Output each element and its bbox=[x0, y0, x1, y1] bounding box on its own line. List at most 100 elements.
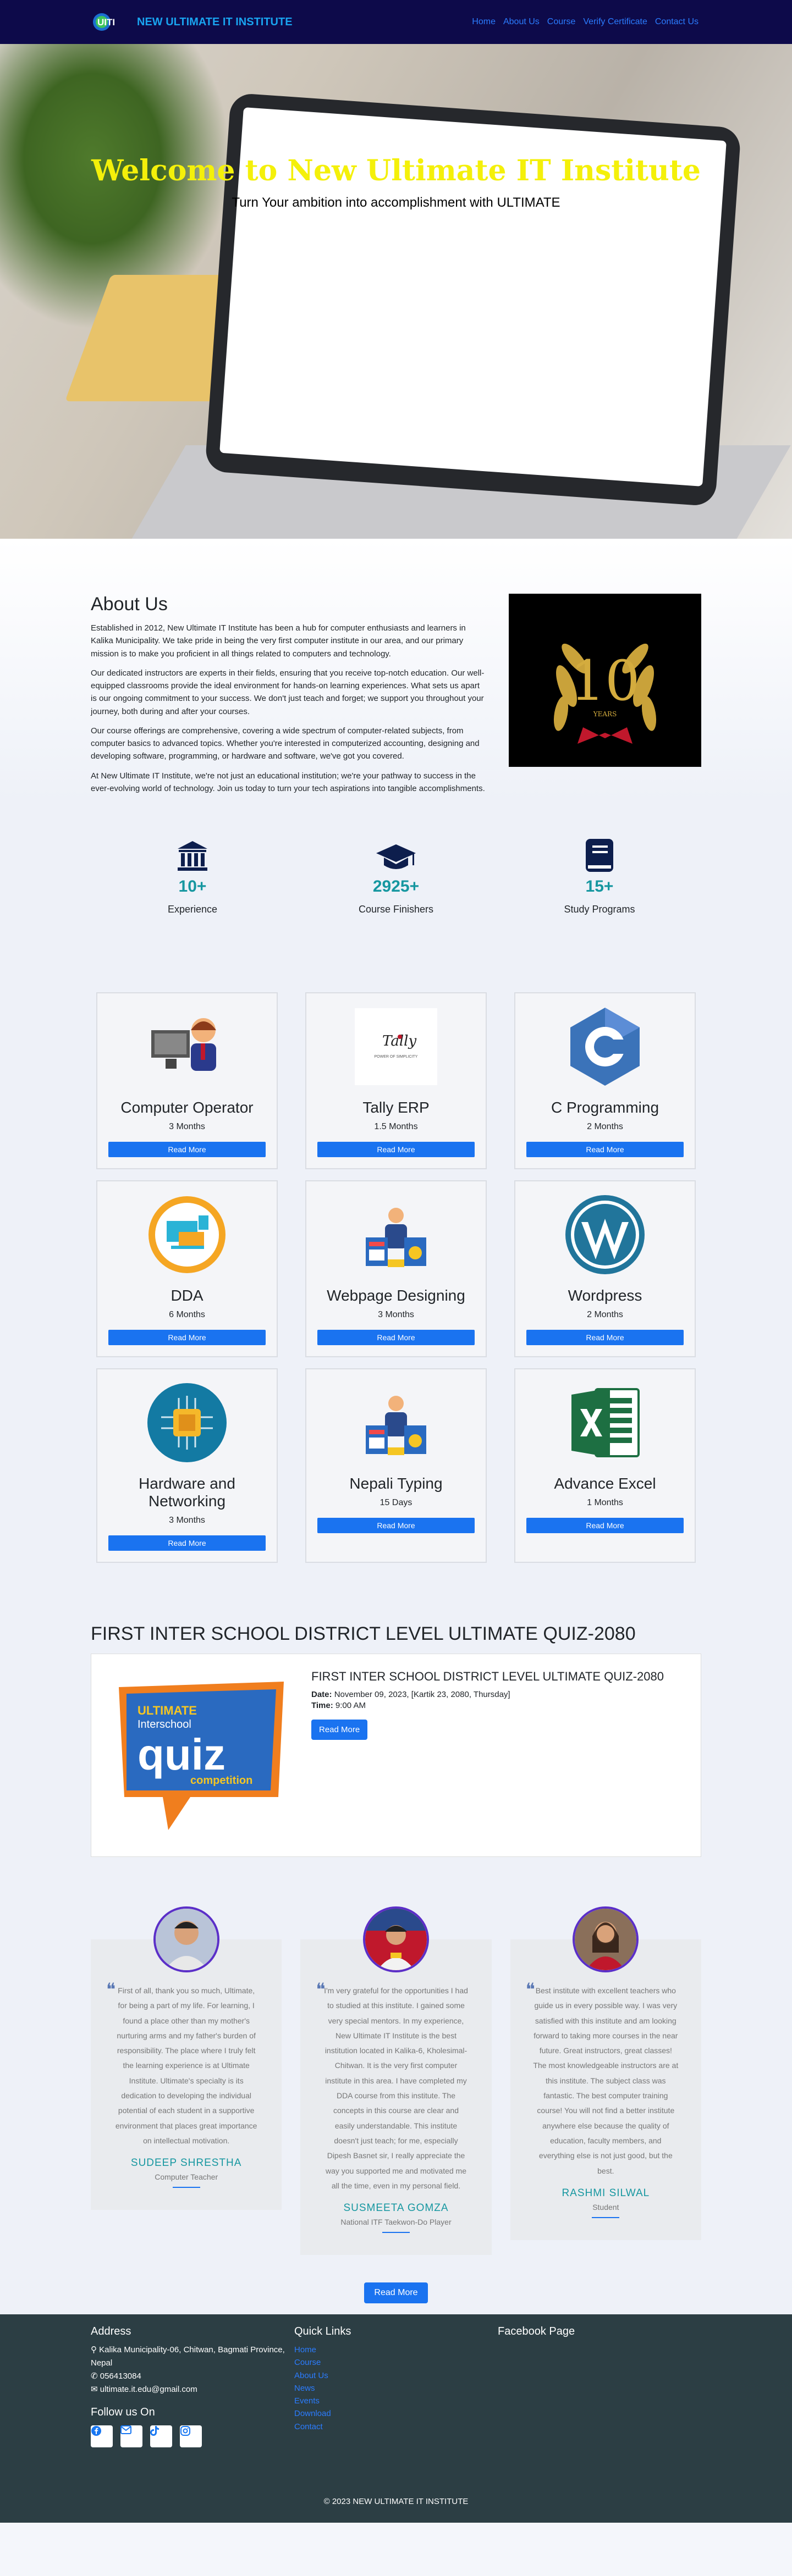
poster-text-2: Interschool bbox=[138, 1718, 191, 1731]
read-more-button[interactable]: Read More bbox=[108, 1535, 266, 1551]
course-duration: 1 Months bbox=[587, 1498, 623, 1507]
quiz-date-row: Date: November 09, 2023, [Kartik 23, 208… bbox=[311, 1689, 664, 1711]
testimonial-role: Computer Teacher bbox=[155, 2173, 218, 2182]
instagram-icon[interactable] bbox=[180, 2425, 202, 2448]
read-more-button[interactable]: Read More bbox=[526, 1518, 684, 1533]
tally-logo-image: Tally POWER OF SIMPLICITY bbox=[355, 1005, 437, 1088]
excel-logo bbox=[564, 1381, 646, 1464]
nav-about[interactable]: About Us bbox=[503, 17, 540, 27]
email-icon[interactable] bbox=[120, 2425, 142, 2448]
quiz-heading: FIRST INTER SCHOOL DISTRICT LEVEL ULTIMA… bbox=[91, 1623, 636, 1644]
testimonial: ❝ First of all, thank you so much, Ultim… bbox=[91, 1906, 282, 2210]
stat-label: Course Finishers bbox=[358, 904, 434, 915]
hero-subtitle: Turn Your ambition into accomplishment w… bbox=[232, 195, 560, 210]
institute-logo[interactable]: UITI bbox=[91, 9, 129, 35]
social-links bbox=[91, 2425, 294, 2448]
about-paragraph: Our dedicated instructors are experts in… bbox=[91, 668, 485, 716]
nav-verify-certificate[interactable]: Verify Certificate bbox=[583, 17, 647, 27]
footer-link-events[interactable]: Events bbox=[294, 2395, 498, 2407]
course-card: Advance Excel 1 Months Read More bbox=[514, 1368, 696, 1563]
ten-years-badge-image: 10 YEARS bbox=[509, 594, 701, 767]
avatar bbox=[362, 1906, 429, 1972]
course-card: C Programming 2 Months Read More bbox=[514, 992, 696, 1169]
phone-line: ✆ 056413084 bbox=[91, 2370, 294, 2383]
read-more-button[interactable]: Read More bbox=[108, 1142, 266, 1157]
testimonial-name: SUSMEETA GOMZA bbox=[343, 2202, 449, 2214]
testimonial-role: National ITF Taekwon-Do Player bbox=[340, 2218, 452, 2227]
time-label: Time: bbox=[311, 1700, 333, 1710]
footer-link-news[interactable]: News bbox=[294, 2382, 498, 2395]
brand-name[interactable]: NEW ULTIMATE IT INSTITUTE bbox=[137, 16, 293, 29]
nepali-typing-image bbox=[355, 1381, 437, 1464]
copyright: © 2023 NEW ULTIMATE IT INSTITUTE bbox=[323, 2497, 469, 2507]
address-heading: Address bbox=[91, 2325, 131, 2338]
footer-link-contact[interactable]: Contact bbox=[294, 2420, 498, 2433]
stat-label: Experience bbox=[167, 904, 218, 915]
testimonial-text: Best institute with excellent teachers w… bbox=[533, 1986, 679, 2175]
about-section: About Us Established in 2012, New Ultima… bbox=[0, 539, 792, 801]
course-duration: 15 Days bbox=[380, 1498, 413, 1507]
stat-study-programs: 15+ Study Programs bbox=[528, 834, 671, 915]
course-card: Webpage Designing 3 Months Read More bbox=[305, 1180, 487, 1357]
wordpress-logo bbox=[564, 1193, 646, 1276]
quiz-read-more-button[interactable]: Read More bbox=[311, 1720, 368, 1740]
read-more-button[interactable]: Read More bbox=[317, 1142, 475, 1157]
poster-text-3: quiz bbox=[138, 1730, 226, 1779]
nav-home[interactable]: Home bbox=[472, 17, 496, 27]
divider bbox=[172, 2187, 200, 2188]
about-paragraph: At New Ultimate IT Institute, we're not … bbox=[91, 771, 485, 793]
tiktok-icon[interactable] bbox=[150, 2425, 172, 2448]
divider bbox=[382, 2232, 410, 2234]
hero-text: Welcome to New Ultimate IT Institute Tur… bbox=[0, 154, 792, 211]
read-more-button[interactable]: Read More bbox=[317, 1330, 475, 1345]
read-more-button[interactable]: Read More bbox=[317, 1518, 475, 1533]
brand[interactable]: UITI NEW ULTIMATE IT INSTITUTE bbox=[91, 9, 293, 35]
quiz-card: ULTIMATE Interschool quiz competition FI… bbox=[91, 1654, 701, 1857]
nav-links: Home About Us Course Verify Certificate … bbox=[472, 17, 698, 27]
footer-link-course[interactable]: Course bbox=[294, 2356, 498, 2369]
envelope-icon: ✉ bbox=[91, 2385, 98, 2395]
testimonials-read-more-button[interactable]: Read More bbox=[364, 2282, 428, 2304]
dda-image bbox=[146, 1193, 228, 1276]
read-more-button[interactable]: Read More bbox=[108, 1330, 266, 1345]
stat-course-finishers: 2925+ Course Finishers bbox=[324, 834, 468, 915]
footer-address: Address ⚲ Kalika Municipality-06, Chitwa… bbox=[91, 2325, 294, 2448]
facebook-icon[interactable] bbox=[91, 2425, 113, 2448]
quiz-time: 9:00 AM bbox=[335, 1700, 366, 1710]
course-duration: 2 Months bbox=[587, 1122, 623, 1131]
stats-section: 10+ Experience 2925+ Course Finishers 15… bbox=[0, 801, 792, 992]
course-duration: 2 Months bbox=[587, 1310, 623, 1319]
course-title: Wordpress bbox=[568, 1287, 642, 1304]
quick-links-heading: Quick Links bbox=[294, 2325, 351, 2338]
footer-link-home[interactable]: Home bbox=[294, 2343, 498, 2356]
testimonials-more: Read More bbox=[0, 2277, 792, 2315]
testimonial-text: First of all, thank you so much, Ultimat… bbox=[115, 1986, 257, 2145]
poster-text-4: competition bbox=[190, 1775, 252, 1787]
testimonial-card: ❝ I'm very grateful for the opportunitie… bbox=[300, 1939, 492, 2256]
testimonial: ❝ Best institute with excellent teachers… bbox=[510, 1906, 701, 2240]
tally-tagline: POWER OF SIMPLICITY bbox=[375, 1055, 418, 1059]
read-more-button[interactable]: Read More bbox=[526, 1330, 684, 1345]
footer-link-download[interactable]: Download bbox=[294, 2407, 498, 2420]
read-more-button[interactable]: Read More bbox=[526, 1142, 684, 1157]
avatar bbox=[153, 1906, 219, 1972]
footer-link-about[interactable]: About Us bbox=[294, 2369, 498, 2382]
quote-icon: ❝ bbox=[525, 1979, 535, 2000]
course-card: Nepali Typing 15 Days Read More bbox=[305, 1368, 487, 1563]
book-icon bbox=[528, 834, 671, 873]
logo-text: UITI bbox=[97, 17, 115, 27]
badge-text: YEARS bbox=[593, 710, 617, 718]
nav-course[interactable]: Course bbox=[547, 17, 576, 27]
course-title: Nepali Typing bbox=[349, 1475, 443, 1492]
about-heading: About Us bbox=[91, 594, 168, 615]
nav-contact[interactable]: Contact Us bbox=[655, 17, 698, 27]
about-paragraph: Our course offerings are comprehensive, … bbox=[91, 726, 480, 761]
quiz-title: FIRST INTER SCHOOL DISTRICT LEVEL ULTIMA… bbox=[311, 1670, 664, 1683]
c-programming-logo bbox=[564, 1005, 646, 1088]
course-duration: 3 Months bbox=[378, 1310, 414, 1319]
address-text: Kalika Municipality-06, Chitwan, Bagmati… bbox=[91, 2345, 285, 2368]
testimonial-role: Student bbox=[592, 2202, 619, 2212]
hero-banner: Welcome to New Ultimate IT Institute Tur… bbox=[0, 44, 792, 539]
about-text: About Us Established in 2012, New Ultima… bbox=[91, 594, 487, 801]
quiz-poster-image[interactable]: ULTIMATE Interschool quiz competition bbox=[102, 1665, 300, 1841]
